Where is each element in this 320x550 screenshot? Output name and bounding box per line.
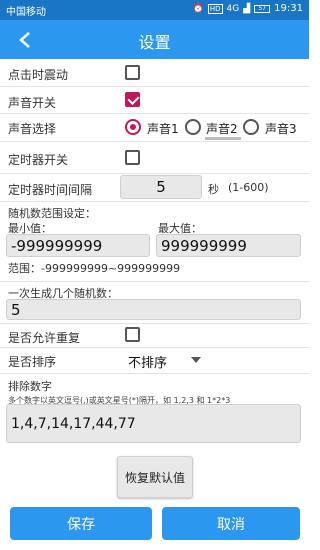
exclude-input[interactable]: 1,4,7,14,17,44,77	[6, 404, 301, 443]
range-summary: 范围：-999999999~999999999	[8, 262, 181, 275]
interval-range: (1-600)	[228, 181, 269, 194]
count-block: 一次生成几个随机数： 5	[0, 282, 309, 324]
sound1-label: 声音1	[147, 122, 179, 136]
network-4g-icon: 4G	[226, 3, 240, 14]
range-block: 随机数范围设定： 最小值： 最大值： -999999999 999999999 …	[0, 202, 309, 282]
scroll-indicator	[205, 137, 241, 140]
sound2-radio[interactable]	[185, 119, 201, 135]
timer-switch-row: 定时器开关	[0, 142, 309, 174]
sound3-radio[interactable]	[243, 119, 259, 135]
interval-row: 定时器时间间隔 5 秒 (1-600)	[0, 174, 309, 202]
vibrate-label: 点击时震动	[8, 68, 69, 82]
sound-switch-label: 声音开关	[8, 96, 57, 110]
exclude-label: 排除数字	[8, 380, 52, 393]
app-bar: 设置	[0, 20, 309, 59]
status-icons: ⏰ HD 4G ▟ 57 19:31	[193, 3, 303, 14]
sound-select-row: 声音选择 声音1 声音2 声音3	[0, 114, 309, 142]
sort-label: 是否排序	[8, 355, 57, 369]
sound3-label: 声音3	[265, 122, 297, 136]
vibrate-checkbox[interactable]	[125, 65, 140, 80]
battery-icon: 57	[254, 4, 271, 13]
timer-switch-label: 定时器开关	[8, 153, 69, 167]
interval-unit: 秒	[208, 183, 219, 196]
alarm-icon: ⏰	[192, 3, 204, 14]
chevron-down-icon[interactable]	[191, 357, 201, 363]
timer-checkbox[interactable]	[125, 150, 140, 165]
clock: 19:31	[274, 3, 303, 14]
restore-defaults-button[interactable]: 恢复默认值	[117, 456, 193, 498]
sound2-label: 声音2	[206, 122, 238, 136]
hd-icon: HD	[207, 3, 223, 14]
page-title: 设置	[138, 33, 171, 52]
sound-checkbox[interactable]	[125, 92, 140, 107]
sort-row: 是否排序 不排序	[0, 348, 309, 374]
sound-select-label: 声音选择	[8, 122, 57, 136]
save-button[interactable]: 保存	[10, 507, 152, 540]
interval-input[interactable]: 5	[120, 175, 202, 199]
repeat-checkbox[interactable]	[125, 327, 140, 342]
min-input[interactable]: -999999999	[6, 234, 150, 257]
range-label: 随机数范围设定：	[8, 207, 96, 220]
sound-switch-row: 声音开关	[0, 87, 309, 114]
sound1-radio[interactable]	[125, 119, 141, 135]
repeat-label: 是否允许重复	[8, 331, 81, 345]
repeat-row: 是否允许重复	[0, 324, 309, 348]
vibrate-row: 点击时震动	[0, 59, 309, 87]
cancel-button[interactable]: 取消	[162, 507, 300, 540]
status-bar: 中国移动 ⏰ HD 4G ▟ 57 19:31	[0, 0, 309, 20]
carrier-label: 中国移动	[6, 7, 46, 18]
max-input[interactable]: 999999999	[156, 234, 301, 257]
interval-label: 定时器时间间隔	[8, 183, 93, 197]
sort-select[interactable]: 不排序	[128, 352, 167, 371]
count-input[interactable]: 5	[6, 299, 301, 320]
signal-icon: ▟	[243, 3, 251, 14]
